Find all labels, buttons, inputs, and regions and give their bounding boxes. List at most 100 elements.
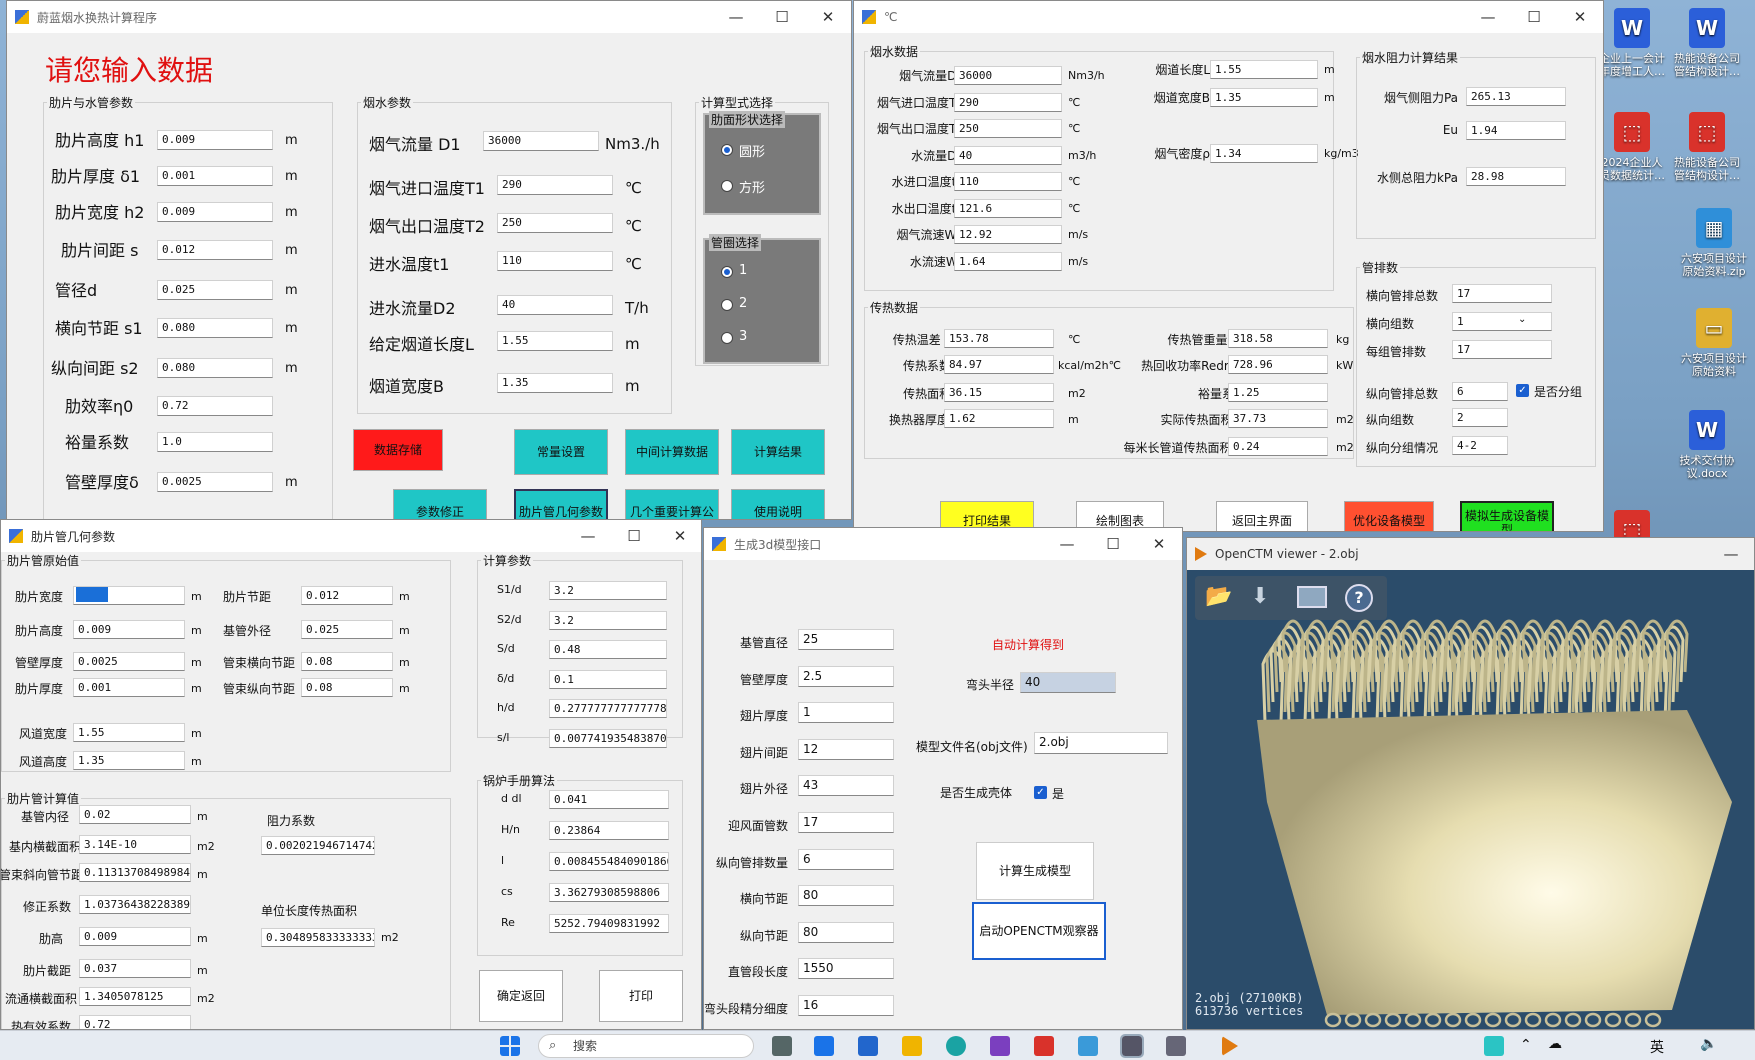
resistance-value[interactable]: 1.94 bbox=[1466, 121, 1566, 140]
calc-value[interactable]: 1.03736438228389 bbox=[79, 895, 191, 914]
flue-param-input[interactable]: 36000 bbox=[483, 131, 599, 151]
resistance-value[interactable]: 0.002021946714742 bbox=[261, 836, 375, 855]
shape-radio[interactable] bbox=[721, 180, 733, 192]
param-fix-button[interactable]: 参数修正 bbox=[393, 489, 487, 519]
explorer-icon[interactable] bbox=[902, 1036, 922, 1056]
desktop-file-icon[interactable]: ▭ 六安项目设计 原始资料 bbox=[1672, 308, 1755, 378]
calc-value[interactable]: 0.037 bbox=[79, 959, 191, 978]
generate-model-button[interactable]: 计算生成模型 bbox=[976, 842, 1094, 900]
param-value[interactable]: 0.0077419354838709 bbox=[549, 728, 667, 748]
tube-value[interactable]: 17 bbox=[1452, 284, 1552, 303]
edge-icon[interactable] bbox=[946, 1036, 966, 1056]
minimize-icon[interactable]: — bbox=[1708, 538, 1754, 570]
model-param-input[interactable]: 1550 bbox=[798, 958, 894, 980]
store-icon[interactable] bbox=[858, 1036, 878, 1056]
viewer-titlebar[interactable]: OpenCTM viewer - 2.obj — bbox=[1187, 538, 1754, 570]
heat-value[interactable]: 0.24 bbox=[1228, 437, 1328, 456]
orig-value[interactable]: 0.08 bbox=[301, 652, 393, 671]
model-param-input[interactable]: 43 bbox=[798, 775, 894, 797]
constants-button[interactable]: 常量设置 bbox=[514, 429, 608, 475]
model-param-input[interactable]: 6 bbox=[798, 848, 894, 870]
boiler-value[interactable]: 0.23864 bbox=[549, 821, 669, 840]
fin-param-input[interactable]: 0.72 bbox=[157, 396, 273, 416]
maximize-icon[interactable]: ☐ bbox=[1511, 1, 1557, 33]
param-value[interactable]: 3.2 bbox=[549, 610, 667, 630]
calc-value[interactable]: 0.02 bbox=[79, 805, 191, 824]
fin-param-input[interactable]: 1.0 bbox=[157, 432, 273, 452]
tube-value[interactable]: 4-2 bbox=[1452, 436, 1508, 455]
desktop-file-icon[interactable]: W 技术交付协 议.docx bbox=[1665, 410, 1749, 480]
desktop-file-icon[interactable]: ⬚ 热能设备公司 管结构设计… bbox=[1665, 112, 1749, 182]
visual-studio-icon[interactable] bbox=[990, 1036, 1010, 1056]
heat-value[interactable]: 36.15 bbox=[944, 383, 1054, 402]
intermediate-data-button[interactable]: 中间计算数据 bbox=[625, 429, 719, 475]
flue-param-input[interactable]: 110 bbox=[497, 251, 613, 271]
shape-radio[interactable] bbox=[721, 144, 733, 156]
model-param-input[interactable]: 1 bbox=[798, 702, 894, 724]
kugou-icon[interactable] bbox=[1484, 1036, 1504, 1056]
group-checkbox[interactable]: ✓ bbox=[1516, 384, 1529, 397]
cloud-icon[interactable]: ☁ bbox=[1548, 1036, 1562, 1052]
fin-param-input[interactable]: 0.001 bbox=[157, 166, 273, 186]
flue-data-value[interactable]: 250 bbox=[954, 119, 1062, 138]
print-button[interactable]: 打印 bbox=[599, 970, 683, 1022]
param-value[interactable]: 0.277777777777778 bbox=[549, 699, 667, 718]
tube-value[interactable]: 6 bbox=[1452, 382, 1508, 401]
flue-data-value[interactable]: 290 bbox=[954, 92, 1062, 112]
maximize-icon[interactable]: ☐ bbox=[1090, 528, 1136, 560]
resistance-value[interactable]: 265.13 bbox=[1466, 87, 1566, 106]
flue-data-value[interactable]: 1.64 bbox=[954, 251, 1062, 271]
flue-data-value[interactable]: 121.6 bbox=[954, 198, 1062, 218]
save-data-button[interactable]: 数据存储 bbox=[353, 429, 443, 471]
orig-value[interactable]: 1.35 bbox=[73, 751, 185, 770]
boiler-value[interactable]: 0.041 bbox=[549, 790, 669, 809]
param-value[interactable]: 0.48 bbox=[549, 640, 667, 659]
close-icon[interactable]: ✕ bbox=[805, 1, 851, 33]
heat-value[interactable]: 318.58 bbox=[1228, 329, 1328, 348]
calc-value[interactable]: 0.113137084989848 bbox=[79, 863, 191, 882]
calc-app-icon[interactable] bbox=[1120, 1034, 1144, 1058]
model-param-input[interactable]: 16 bbox=[798, 995, 894, 1016]
fin-param-input[interactable]: 0.009 bbox=[157, 130, 273, 150]
fin-param-input[interactable]: 0.009 bbox=[157, 202, 273, 222]
app-icon-2[interactable] bbox=[1078, 1036, 1098, 1056]
tube-value[interactable]: 2 bbox=[1452, 408, 1508, 427]
flue-param-input[interactable]: 40 bbox=[497, 295, 613, 315]
close-icon[interactable]: ✕ bbox=[1136, 528, 1182, 560]
flue-data-value[interactable]: 36000 bbox=[954, 66, 1062, 85]
model-param-input[interactable]: 17 bbox=[798, 812, 894, 833]
group-count-select[interactable]: 1 bbox=[1452, 312, 1552, 331]
param-value[interactable]: 0.1 bbox=[549, 669, 667, 689]
heat-value[interactable]: 84.97 bbox=[944, 355, 1054, 374]
volume-icon[interactable]: 🔈 bbox=[1700, 1036, 1717, 1052]
simulate-model-button[interactable]: 模拟生成设备模型 bbox=[1460, 501, 1554, 531]
model-window-titlebar[interactable]: 生成3d模型接口 — ☐ ✕ bbox=[704, 528, 1182, 560]
app-icon-3[interactable] bbox=[1166, 1036, 1186, 1056]
fin-param-input[interactable]: 0.012 bbox=[157, 240, 273, 260]
chevron-down-icon[interactable]: ⌄ bbox=[1518, 314, 1526, 325]
orig-value[interactable]: 0.0025 bbox=[73, 652, 185, 671]
main-window-titlebar[interactable]: 蔚蓝烟水换热计算程序 — ☐ ✕ bbox=[7, 1, 851, 33]
orig-value[interactable]: 0.08 bbox=[301, 678, 393, 697]
close-icon[interactable]: ✕ bbox=[657, 520, 701, 552]
calc-value[interactable]: 0.009 bbox=[79, 927, 191, 946]
tube-value[interactable]: 17 bbox=[1452, 340, 1552, 359]
unit-area-value[interactable]: 0.304895833333333 bbox=[261, 928, 375, 947]
desktop-file-icon[interactable]: W 热能设备公司 管结构设计… bbox=[1665, 8, 1749, 78]
flue-param-input[interactable]: 250 bbox=[497, 213, 613, 233]
flue-data-value[interactable]: 1.35 bbox=[1210, 88, 1318, 107]
boiler-value[interactable]: 5252.79409831992 bbox=[549, 914, 669, 933]
orig-value[interactable]: 0.012 bbox=[301, 586, 393, 605]
start-icon[interactable] bbox=[500, 1036, 520, 1056]
heat-value[interactable]: 37.73 bbox=[1228, 409, 1328, 428]
param-value[interactable]: 3.2 bbox=[549, 581, 667, 600]
ring-radio[interactable] bbox=[721, 332, 733, 344]
ring-radio[interactable] bbox=[721, 266, 733, 278]
taskbar-search[interactable]: ⌕ 搜索 bbox=[538, 1034, 754, 1058]
calc-result-button[interactable]: 计算结果 bbox=[731, 429, 825, 475]
model-param-input[interactable]: 80 bbox=[798, 885, 894, 907]
flue-param-input[interactable]: 1.35 bbox=[497, 373, 613, 393]
flue-data-value[interactable]: 1.55 bbox=[1210, 60, 1318, 79]
model-param-input[interactable]: 2.5 bbox=[798, 665, 894, 687]
maximize-icon[interactable]: ☐ bbox=[759, 1, 805, 33]
